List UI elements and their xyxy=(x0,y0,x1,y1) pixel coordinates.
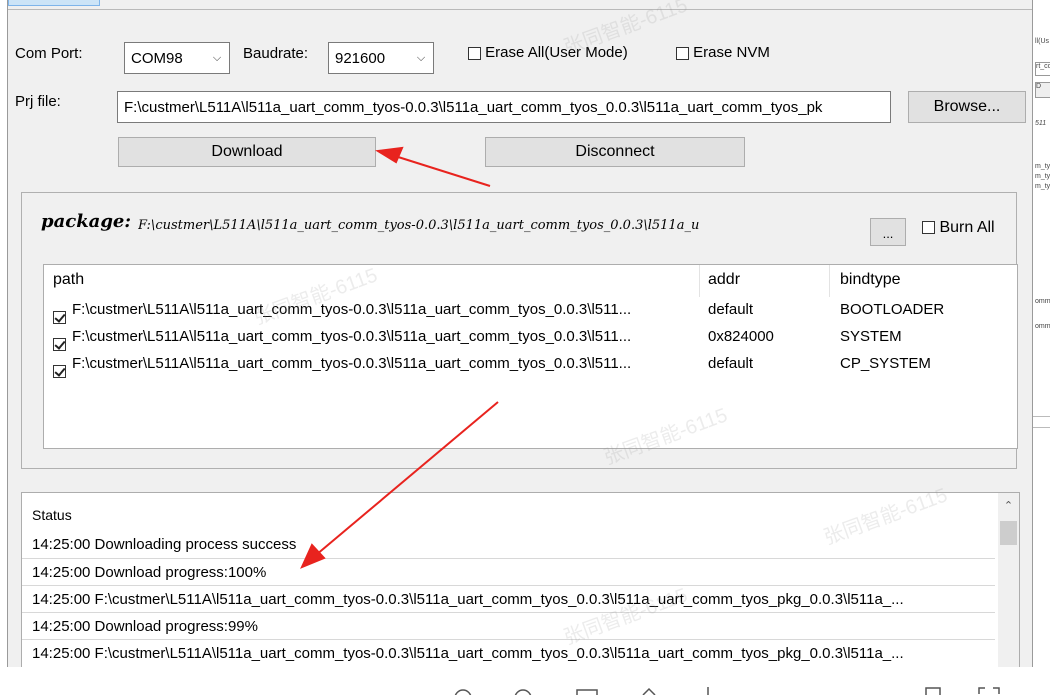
arrow-to-progress xyxy=(300,401,499,569)
arrow-to-download xyxy=(375,146,491,187)
annotation-arrows xyxy=(300,146,499,569)
